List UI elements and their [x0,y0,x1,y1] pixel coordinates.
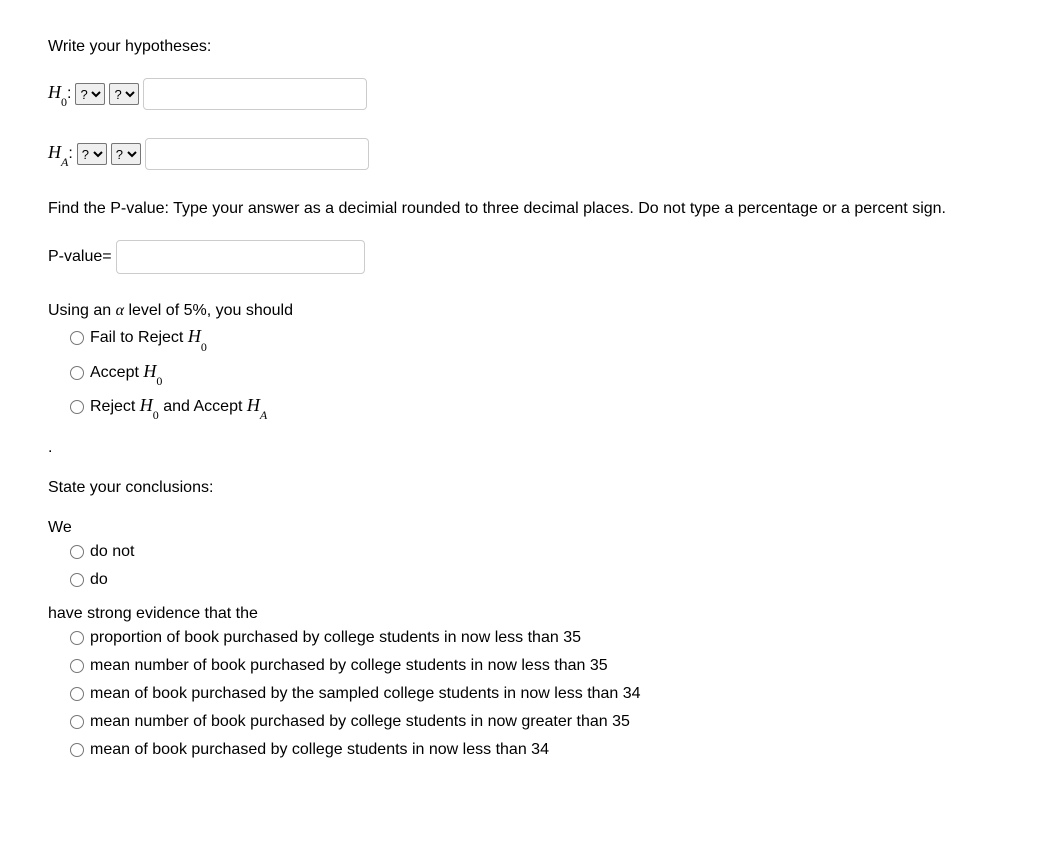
alpha-option-1-label: Fail to Reject H0 [90,326,207,350]
we-option-2: do [70,571,1009,589]
alpha-middle: level of [124,302,184,319]
alpha-option-3-label: Reject H0 and Accept HA [90,395,267,419]
pvalue-instruction: Find the P-value: Type your answer as a … [48,198,1009,220]
ha-select-1[interactable]: ? [77,143,107,165]
evidence-option-2: mean number of book purchased by college… [70,657,1009,675]
evidence-option-4-label: mean number of book purchased by college… [90,713,630,731]
alpha-radio-1[interactable] [70,331,84,345]
pvalue-input[interactable] [116,240,365,274]
alpha-opt3-sub2: A [260,408,267,422]
h0-select-1[interactable]: ? [75,83,105,105]
ha-value-input[interactable] [145,138,369,170]
evidence-radio-3[interactable] [70,687,84,701]
h0-row: H0: ? ? [48,78,1009,110]
alpha-opt3-mid: and Accept [159,398,247,415]
we-radio-2[interactable] [70,573,84,587]
alpha-opt3-sym: H [140,395,153,415]
ha-colon: : [68,145,72,162]
alpha-opt1-prefix: Fail to Reject [90,329,188,346]
ha-select-2[interactable]: ? [111,143,141,165]
ha-label: HA: [48,142,73,166]
we-option-1: do not [70,543,1009,561]
h0-select-2[interactable]: ? [109,83,139,105]
evidence-radio-4[interactable] [70,715,84,729]
evidence-option-4: mean number of book purchased by college… [70,713,1009,731]
evidence-option-1-label: proportion of book purchased by college … [90,629,581,647]
we-option-1-label: do not [90,543,134,561]
evidence-radio-1[interactable] [70,631,84,645]
alpha-option-2-label: Accept H0 [90,361,162,385]
evidence-option-1: proportion of book purchased by college … [70,629,1009,647]
we-label: We [48,519,1009,537]
alpha-options: Fail to Reject H0 Accept H0 Reject H0 an… [70,326,1009,419]
alpha-radio-2[interactable] [70,366,84,380]
alpha-opt2-sub: 0 [156,374,162,388]
separator-dot: . [48,439,1009,457]
we-option-2-label: do [90,571,108,589]
evidence-option-3-label: mean of book purchased by the sampled co… [90,685,641,703]
alpha-opt2-prefix: Accept [90,364,143,381]
alpha-option-1: Fail to Reject H0 [70,326,1009,350]
alpha-symbol: α [116,302,124,319]
evidence-radio-5[interactable] [70,743,84,757]
h0-sym: H [48,82,61,102]
evidence-radio-2[interactable] [70,659,84,673]
alpha-percent: 5% [184,302,207,319]
alpha-option-3: Reject H0 and Accept HA [70,395,1009,419]
alpha-opt1-sub: 0 [201,340,207,354]
alpha-opt3-prefix: Reject [90,398,140,415]
h0-sub: 0 [61,95,67,109]
evidence-option-2-label: mean number of book purchased by college… [90,657,608,675]
we-radio-1[interactable] [70,545,84,559]
conclusions-heading: State your conclusions: [48,479,1009,497]
alpha-opt3-sub: 0 [153,408,159,422]
evidence-option-3: mean of book purchased by the sampled co… [70,685,1009,703]
ha-row: HA: ? ? [48,138,1009,170]
alpha-opt2-sym: H [143,361,156,381]
h0-value-input[interactable] [143,78,367,110]
pvalue-label: P-value= [48,248,112,266]
h0-colon: : [67,85,71,102]
alpha-prefix: Using an [48,302,116,319]
h0-label: H0: [48,82,71,106]
ha-sub: A [61,155,68,169]
hypotheses-heading: Write your hypotheses: [48,38,1009,56]
alpha-opt3-sym2: H [247,395,260,415]
alpha-question: Using an α level of 5%, you should [48,302,1009,320]
alpha-option-2: Accept H0 [70,361,1009,385]
evidence-options: proportion of book purchased by college … [70,629,1009,759]
alpha-opt1-sym: H [188,326,201,346]
alpha-radio-3[interactable] [70,400,84,414]
pvalue-row: P-value= [48,240,1009,274]
we-options: do not do [70,543,1009,589]
evidence-option-5-label: mean of book purchased by college studen… [90,741,549,759]
alpha-suffix: , you should [207,302,293,319]
ha-sym: H [48,142,61,162]
evidence-label: have strong evidence that the [48,605,1009,623]
evidence-option-5: mean of book purchased by college studen… [70,741,1009,759]
